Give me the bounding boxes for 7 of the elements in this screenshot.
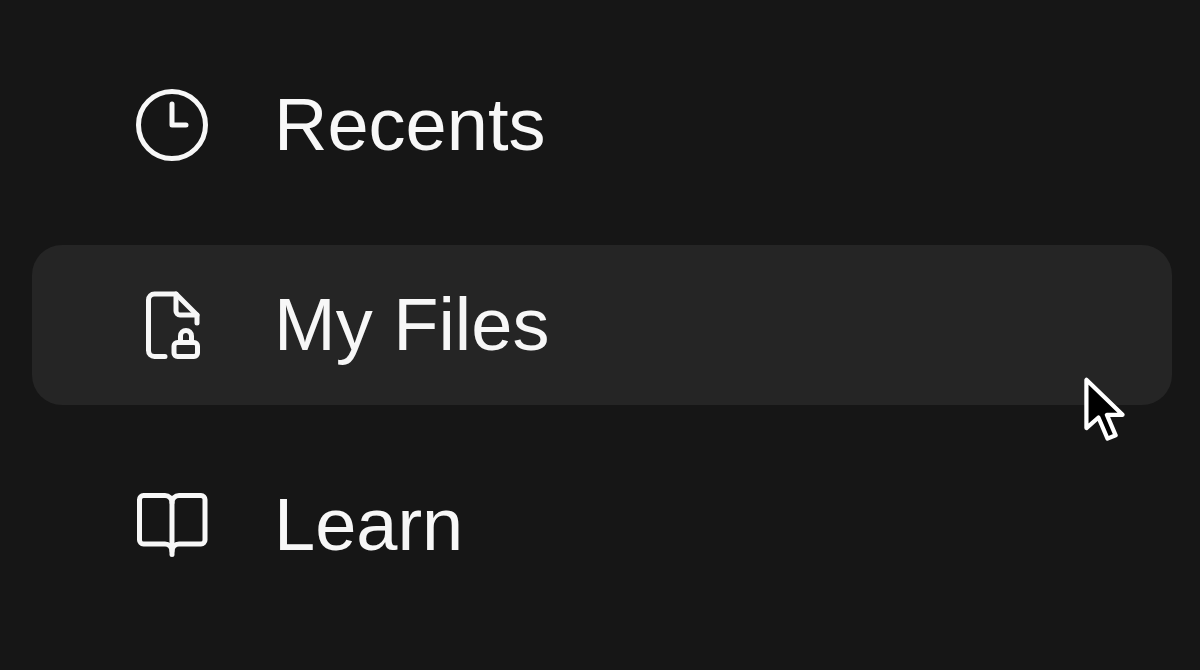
nav-item[interactable]: Learn	[32, 445, 1172, 605]
file-lock-icon	[144, 291, 200, 359]
mouse-pointer-icon	[1084, 377, 1125, 443]
clock-icon	[136, 89, 208, 161]
nav-item[interactable]: My Files	[32, 245, 1172, 405]
open-book-icon	[136, 493, 208, 557]
nav-item[interactable]: Recents	[32, 45, 1172, 205]
